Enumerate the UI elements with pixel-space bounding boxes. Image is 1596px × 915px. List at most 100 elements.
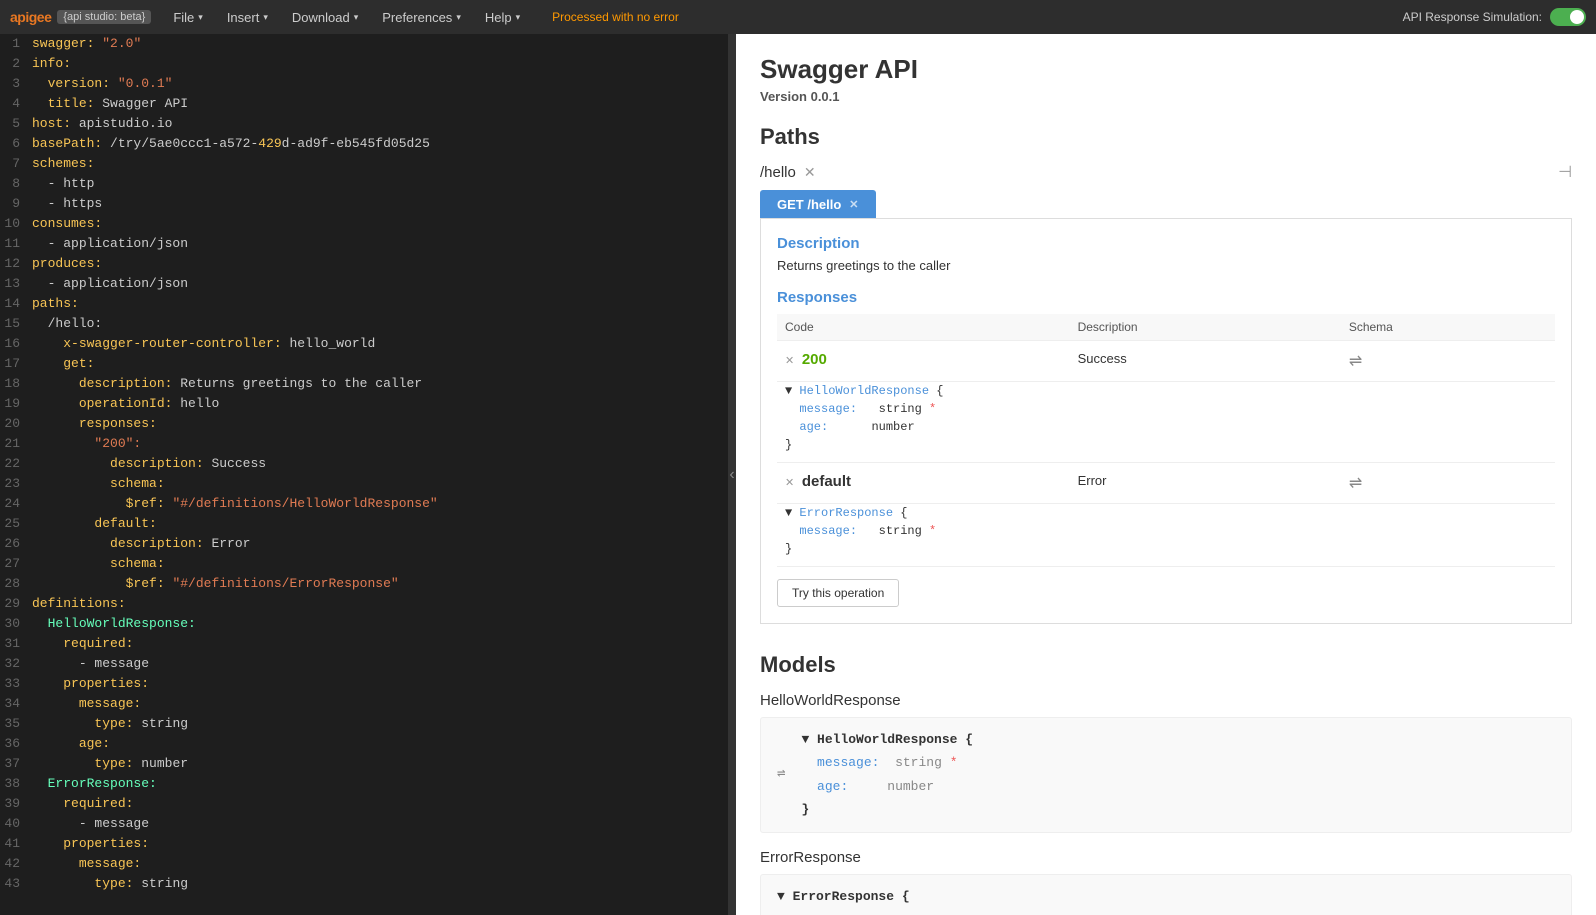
line-number: 18 [0,374,32,394]
code-line: 8 - http [0,174,728,194]
code-line: 33 properties: [0,674,728,694]
line-content: type: string [32,714,188,734]
line-content: required: [32,794,133,814]
line-content: - message [32,814,149,834]
nav-file[interactable]: File ▾ [161,0,214,34]
code-line: 16 x-swagger-router-controller: hello_wo… [0,334,728,354]
line-number: 22 [0,454,32,474]
code-line: 5host: apistudio.io [0,114,728,134]
schema-expand-default-icon[interactable]: ⇌ [1349,475,1362,492]
line-content: host: apistudio.io [32,114,172,134]
line-number: 12 [0,254,32,274]
line-number: 14 [0,294,32,314]
code-line: 15 /hello: [0,314,728,334]
line-number: 42 [0,854,32,874]
api-studio-badge: {api studio: beta} [57,10,151,24]
code-line: 27 schema: [0,554,728,574]
line-content: $ref: "#/definitions/HelloWorldResponse" [32,494,438,514]
line-number: 39 [0,794,32,814]
code-editor[interactable]: 1swagger: "2.0"2info:3 version: "0.0.1"4… [0,34,728,915]
col-schema: Schema [1341,314,1555,341]
line-number: 41 [0,834,32,854]
line-number: 40 [0,814,32,834]
line-number: 35 [0,714,32,734]
error-response-section: ErrorResponse ▼ ErrorResponse { [760,849,1572,915]
get-tab[interactable]: GET /hello ✕ [760,190,876,218]
line-number: 31 [0,634,32,654]
models-title: Models [760,652,1572,678]
code-line: 31 required: [0,634,728,654]
api-response-simulation-toggle[interactable] [1550,8,1586,26]
panel-divider[interactable]: ‹ [728,34,736,915]
nav-insert[interactable]: Insert ▾ [215,0,280,34]
resp-default-x-icon[interactable]: ✕ [785,477,794,489]
code-line: 26 description: Error [0,534,728,554]
operation-tabs: GET /hello ✕ [760,190,1572,219]
code-line: 36 age: [0,734,728,754]
code-line: 19 operationId: hello [0,394,728,414]
line-content: - application/json [32,234,188,254]
swagger-version: Version 0.0.1 [760,89,1572,104]
nav-preferences[interactable]: Preferences ▾ [370,0,473,34]
line-content: message: [32,694,141,714]
code-line: 23 schema: [0,474,728,494]
line-number: 4 [0,94,32,114]
operation-container: GET /hello ✕ Description Returns greetin… [760,190,1572,624]
nav-help[interactable]: Help ▾ [473,0,532,34]
line-number: 7 [0,154,32,174]
code-default-cell: ✕ default [777,463,1070,504]
line-content: description: Returns greetings to the ca… [32,374,422,394]
code-line: 7schemes: [0,154,728,174]
line-content: required: [32,634,133,654]
table-row: ✕ 200 Success ⇌ [777,341,1555,382]
navbar: apigee {api studio: beta} File ▾ Insert … [0,0,1596,34]
get-tab-close-icon[interactable]: ✕ [849,198,858,211]
code-line: 3 version: "0.0.1" [0,74,728,94]
line-number: 23 [0,474,32,494]
line-content: schema: [32,554,165,574]
path-row: /hello ✕ ⊣ [760,162,1572,182]
schema-expand-200-icon[interactable]: ⇌ [1349,353,1362,370]
expand-icon[interactable]: ⊣ [1558,162,1572,182]
line-number: 19 [0,394,32,414]
code-line: 17 get: [0,354,728,374]
responses-table: Code Description Schema ✕ 200 [777,314,1555,567]
line-number: 2 [0,54,32,74]
code-line: 12produces: [0,254,728,274]
code-line: 18 description: Returns greetings to the… [0,374,728,394]
resp-default-code: default [802,473,851,490]
code-line: 41 properties: [0,834,728,854]
code-line: 40 - message [0,814,728,834]
line-number: 21 [0,434,32,454]
line-number: 20 [0,414,32,434]
hello-world-response-schema: ▼ HelloWorldResponse { message: string *… [801,728,1555,822]
table-row: ▼ ErrorResponse { message: string * } [777,504,1555,567]
model-expand-icon[interactable]: ⇌ [777,762,785,787]
line-content: "200": [32,434,141,454]
line-number: 17 [0,354,32,374]
line-number: 3 [0,74,32,94]
line-content: message: [32,854,141,874]
try-operation-button[interactable]: Try this operation [777,579,899,607]
line-content: get: [32,354,94,374]
line-content: version: "0.0.1" [32,74,172,94]
code-line: 14paths: [0,294,728,314]
path-close-icon[interactable]: ✕ [804,164,816,181]
line-content: schema: [32,474,165,494]
nav-download[interactable]: Download ▾ [280,0,370,34]
nav-menu: File ▾ Insert ▾ Download ▾ Preferences ▾… [161,0,532,34]
line-number: 30 [0,614,32,634]
line-number: 11 [0,234,32,254]
line-content: title: Swagger API [32,94,188,114]
resp-200-x-icon[interactable]: ✕ [785,355,794,367]
col-code: Code [777,314,1070,341]
line-content: responses: [32,414,157,434]
line-number: 38 [0,774,32,794]
line-number: 36 [0,734,32,754]
code-line: 20 responses: [0,414,728,434]
description-text: Returns greetings to the caller [777,258,1555,273]
line-number: 32 [0,654,32,674]
line-number: 28 [0,574,32,594]
preferences-caret-icon: ▾ [456,12,461,23]
models-section: Models HelloWorldResponse ⇌ ▼ HelloWorld… [760,652,1572,915]
